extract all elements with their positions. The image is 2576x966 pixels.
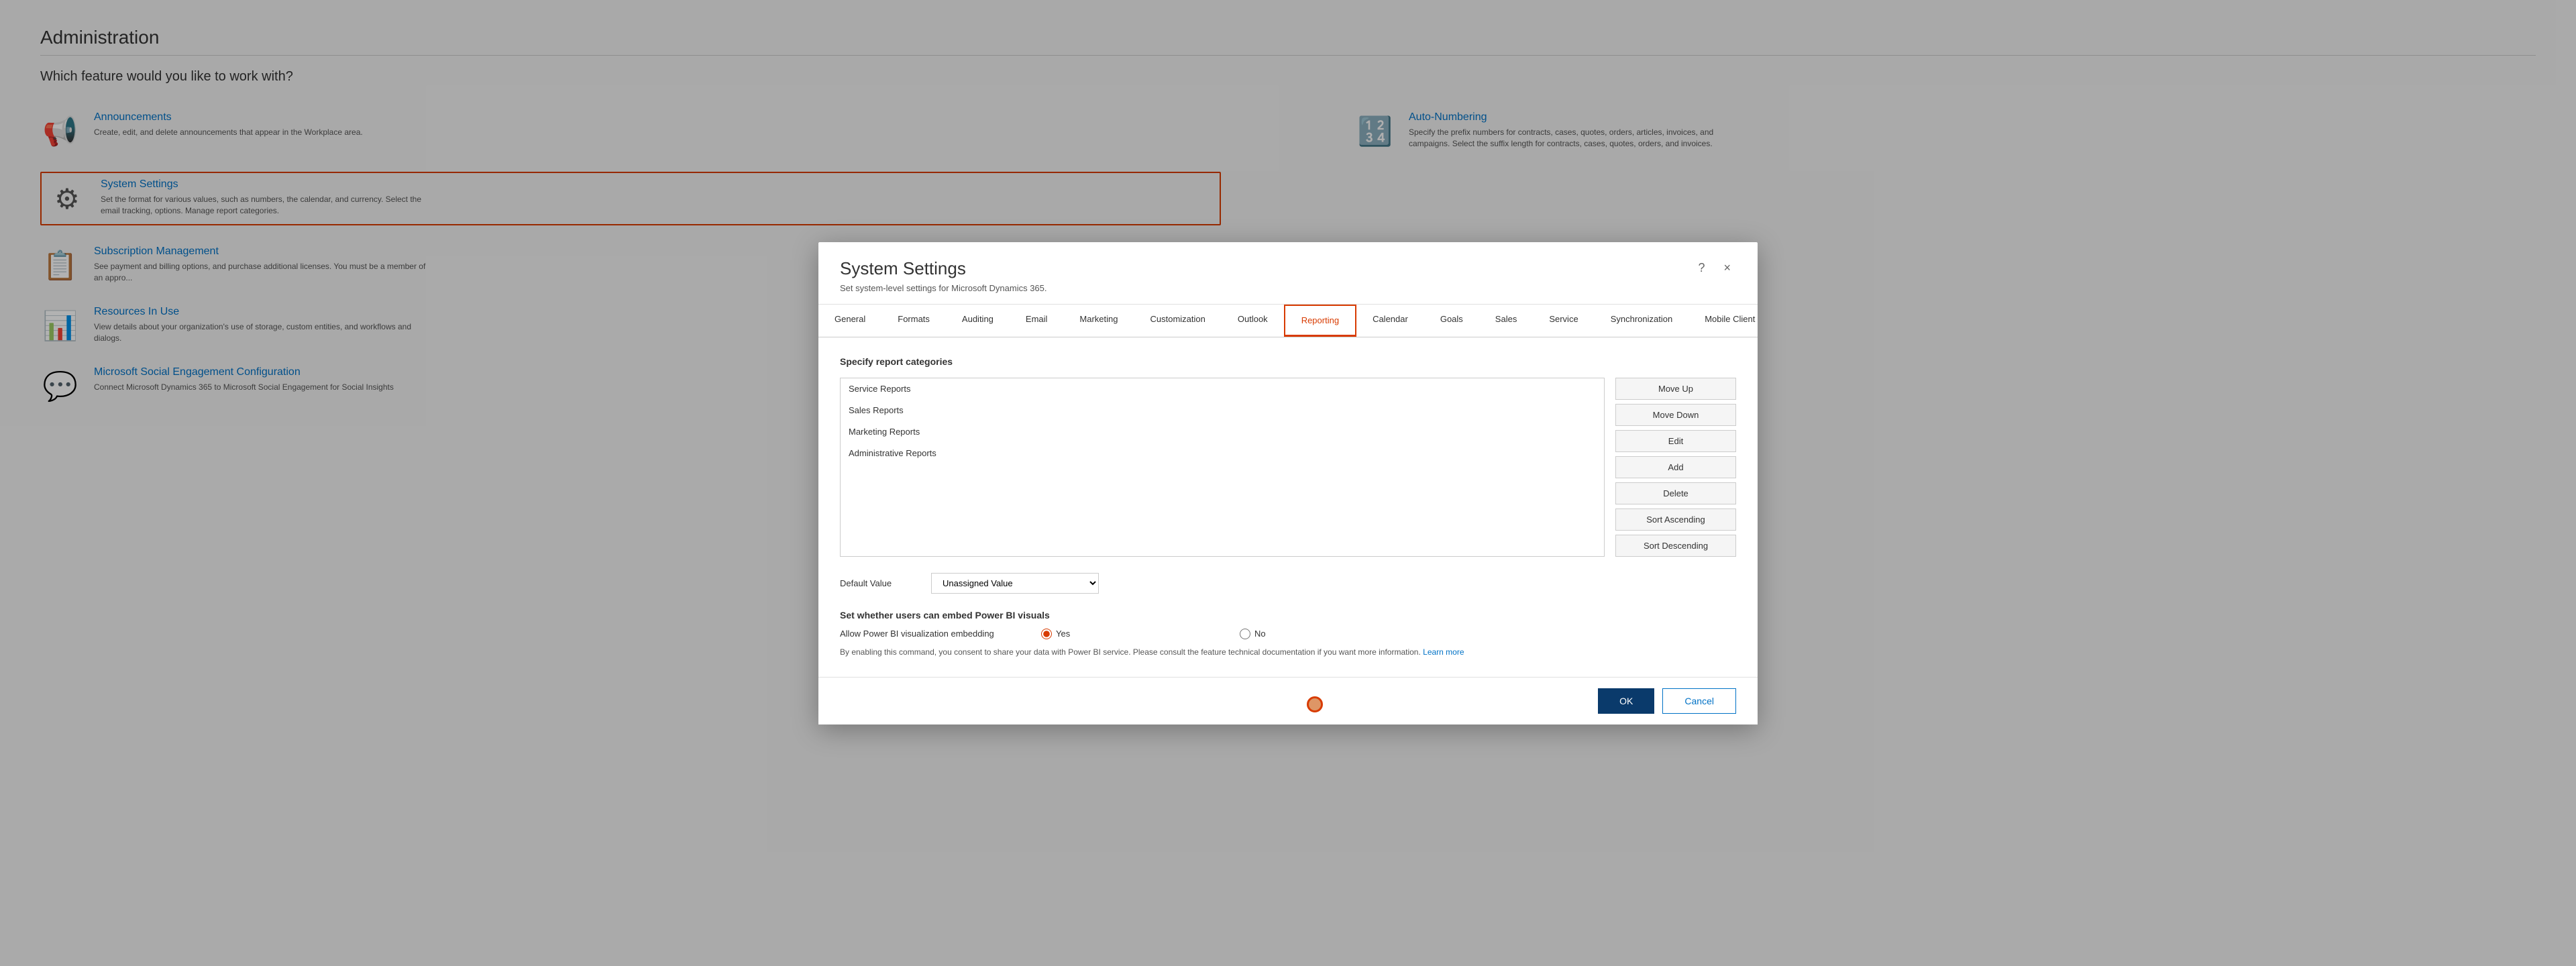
powerbi-yes-option[interactable]: Yes	[1041, 629, 1229, 639]
default-value-select[interactable]: Unassigned Value	[931, 573, 1099, 594]
powerbi-no-option[interactable]: No	[1240, 629, 1428, 639]
tab-general[interactable]: General	[818, 305, 881, 337]
powerbi-note: By enabling this command, you consent to…	[840, 646, 1736, 658]
tab-goals[interactable]: Goals	[1424, 305, 1479, 337]
modal-footer: OK Cancel	[818, 677, 1758, 724]
move-up-button[interactable]: Move Up	[1615, 378, 1736, 400]
tab-formats[interactable]: Formats	[881, 305, 946, 337]
modal-overlay: System Settings Set system-level setting…	[0, 0, 2576, 966]
edit-button[interactable]: Edit	[1615, 430, 1736, 452]
tab-outlook[interactable]: Outlook	[1222, 305, 1284, 337]
report-categories-container: Service Reports Sales Reports Marketing …	[840, 378, 1736, 557]
tab-reporting[interactable]: Reporting	[1284, 305, 1356, 337]
modal-title-block: System Settings Set system-level setting…	[840, 258, 1047, 293]
ok-button[interactable]: OK	[1598, 688, 1654, 714]
powerbi-no-radio[interactable]	[1240, 629, 1250, 639]
tab-service[interactable]: Service	[1533, 305, 1594, 337]
powerbi-label: Allow Power BI visualization embedding	[840, 629, 1028, 639]
report-categories-title: Specify report categories	[840, 356, 1736, 367]
tab-sales[interactable]: Sales	[1479, 305, 1534, 337]
tab-customization[interactable]: Customization	[1134, 305, 1222, 337]
tab-calendar[interactable]: Calendar	[1356, 305, 1424, 337]
modal-header-actions: ? ×	[1693, 258, 1736, 278]
close-button[interactable]: ×	[1718, 258, 1736, 278]
powerbi-section: Set whether users can embed Power BI vis…	[840, 610, 1736, 658]
default-value-row: Default Value Unassigned Value	[840, 573, 1736, 594]
delete-button[interactable]: Delete	[1615, 482, 1736, 504]
help-button[interactable]: ?	[1693, 258, 1710, 278]
powerbi-note-text: By enabling this command, you consent to…	[840, 647, 1421, 657]
category-actions: Move Up Move Down Edit Add Delete Sort A…	[1615, 378, 1736, 557]
default-value-label: Default Value	[840, 578, 920, 588]
tab-email[interactable]: Email	[1010, 305, 1064, 337]
category-admin-reports[interactable]: Administrative Reports	[841, 443, 1604, 464]
powerbi-radio-group: Yes No	[1041, 629, 1428, 639]
powerbi-yes-label: Yes	[1056, 629, 1070, 639]
powerbi-learn-more-link[interactable]: Learn more	[1423, 647, 1464, 657]
tab-synchronization[interactable]: Synchronization	[1595, 305, 1689, 337]
tab-bar: General Formats Auditing Email Marketing…	[818, 305, 1758, 337]
category-service-reports[interactable]: Service Reports	[841, 378, 1604, 400]
category-list[interactable]: Service Reports Sales Reports Marketing …	[840, 378, 1605, 557]
move-down-button[interactable]: Move Down	[1615, 404, 1736, 426]
powerbi-title: Set whether users can embed Power BI vis…	[840, 610, 1736, 621]
modal-body: Specify report categories Service Report…	[818, 337, 1758, 677]
powerbi-yes-radio[interactable]	[1041, 629, 1052, 639]
modal-header: System Settings Set system-level setting…	[818, 242, 1758, 305]
powerbi-row: Allow Power BI visualization embedding Y…	[840, 629, 1736, 639]
powerbi-no-label: No	[1254, 629, 1266, 639]
category-sales-reports[interactable]: Sales Reports	[841, 400, 1604, 421]
category-marketing-reports[interactable]: Marketing Reports	[841, 421, 1604, 443]
tab-auditing[interactable]: Auditing	[946, 305, 1010, 337]
modal-subtitle: Set system-level settings for Microsoft …	[840, 283, 1047, 293]
tab-mobile-client[interactable]: Mobile Client	[1688, 305, 1758, 337]
modal-title: System Settings	[840, 258, 1047, 279]
tab-marketing[interactable]: Marketing	[1063, 305, 1134, 337]
add-button[interactable]: Add	[1615, 456, 1736, 478]
system-settings-modal: System Settings Set system-level setting…	[818, 242, 1758, 724]
cancel-button[interactable]: Cancel	[1662, 688, 1736, 714]
sort-ascending-button[interactable]: Sort Ascending	[1615, 508, 1736, 531]
sort-descending-button[interactable]: Sort Descending	[1615, 535, 1736, 557]
